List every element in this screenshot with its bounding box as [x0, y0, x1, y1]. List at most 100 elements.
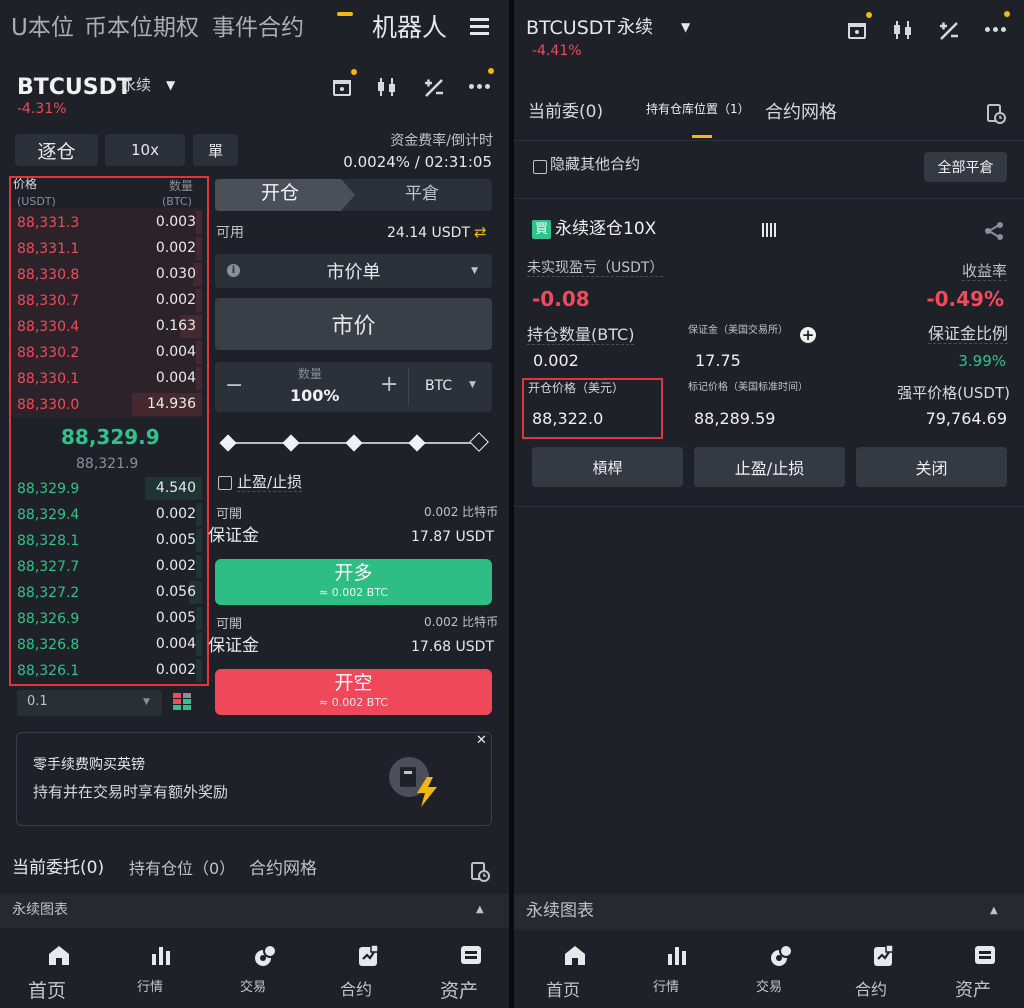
contract-type: 永续 — [121, 76, 152, 94]
history-icon[interactable] — [986, 104, 1006, 124]
nav-label: 资产 — [955, 980, 991, 1001]
leverage-button[interactable]: 槓桿 — [532, 447, 683, 487]
order-type-select[interactable]: i 市价单 ▼ — [215, 254, 492, 288]
tab-current-orders[interactable]: 当前委(0) — [528, 102, 603, 123]
depth-step-select[interactable]: 0.1 ▼ — [17, 690, 162, 716]
price-field-value: 市价 — [331, 314, 376, 339]
minus-icon[interactable]: − — [225, 373, 243, 398]
candlestick-icon[interactable] — [892, 19, 914, 41]
available-label: 可用 — [216, 225, 244, 241]
nav-label: 资产 — [439, 980, 478, 1002]
divider — [514, 140, 1024, 141]
tab-coin-options[interactable]: 币本位期权 — [84, 15, 199, 41]
tab-positions[interactable]: 持有仓位（0） — [129, 859, 235, 878]
slider-stop[interactable] — [345, 434, 363, 452]
quantity-stepper[interactable]: − 数量 100% + BTC ▼ — [215, 362, 492, 412]
percent-icon[interactable] — [938, 20, 960, 42]
info-icon[interactable]: i — [227, 264, 240, 277]
open-short-button[interactable]: 开空 ≈ 0.002 BTC — [215, 669, 492, 715]
chevron-up-icon[interactable]: ▲ — [990, 905, 998, 917]
nav-label: 行情 — [136, 980, 163, 995]
short-can-open-label: 可開 — [216, 617, 243, 632]
chevron-up-icon[interactable]: ▲ — [476, 904, 484, 916]
close-all-button[interactable]: 全部平倉 — [924, 152, 1007, 182]
hide-others-checkbox[interactable] — [533, 160, 547, 174]
price-field[interactable]: 市价 — [215, 298, 492, 350]
chart-bar-label: 永续图表 — [12, 902, 68, 918]
promo-title: 零手续费购买英镑 — [33, 757, 145, 773]
open-long-button[interactable]: 开多 ≈ 0.002 BTC — [215, 559, 492, 605]
close-position-button[interactable]: 关闭 — [856, 447, 1007, 487]
nav-label: 行情 — [652, 980, 679, 995]
margin-mode-button[interactable]: 逐仓 — [15, 134, 98, 166]
nav-label: 交易 — [239, 980, 266, 995]
quantity-label: 数量 — [298, 367, 323, 381]
margin-ratio-value: 3.99% — [958, 352, 1006, 370]
mark-price-value: 88,289.59 — [694, 409, 776, 428]
futures-icon — [344, 944, 379, 968]
available-value: 24.14 USDT — [387, 225, 470, 241]
chart-bar[interactable]: 永续图表 ▲ — [0, 894, 509, 928]
add-margin-icon[interactable]: + — [800, 327, 816, 343]
promo-banner[interactable]: 零手续费购买英镑 持有并在交易时享有额外奖励 ✕ — [16, 732, 492, 826]
plus-icon[interactable]: + — [380, 372, 398, 397]
chevron-down-icon[interactable]: ▼ — [166, 78, 175, 93]
history-icon[interactable] — [470, 862, 490, 882]
liquidation-price-value: 79,764.69 — [925, 409, 1007, 428]
tab-open[interactable]: 开仓 — [261, 182, 299, 205]
market-icon — [654, 944, 686, 968]
chevron-down-icon[interactable]: ▼ — [681, 20, 690, 35]
tab-close[interactable]: 平倉 — [405, 184, 439, 205]
margin-ratio-label: 保证金比例 — [927, 324, 1008, 345]
orderbook-layout-icon[interactable] — [173, 693, 191, 711]
tpsl-label: 止盈/止损 — [237, 473, 303, 493]
chevron-down-icon: ▼ — [471, 266, 478, 276]
futures-icon — [859, 944, 894, 968]
tpsl-button[interactable]: 止盈/止损 — [694, 447, 845, 487]
tab-contract-grid[interactable]: 合约网格 — [765, 102, 837, 124]
more-icon[interactable] — [469, 68, 494, 90]
divider — [514, 506, 1024, 507]
home-icon — [35, 944, 69, 968]
slider-stop[interactable] — [408, 434, 426, 452]
slider-thumb[interactable] — [469, 432, 489, 452]
mark-price-label: 标记价格（美国标准时间） — [688, 382, 808, 393]
position-mode-button[interactable]: 單 — [193, 134, 238, 166]
quantity-unit-select[interactable]: BTC — [425, 378, 452, 394]
tab-current-orders[interactable]: 当前委托(0) — [12, 858, 104, 879]
tab-u-margined[interactable]: U本位 — [11, 15, 74, 41]
highlight-box — [9, 176, 209, 686]
candlestick-icon[interactable] — [376, 76, 398, 98]
chevron-down-icon: ▼ — [469, 380, 476, 390]
nav-label: 合约 — [339, 980, 372, 999]
more-icon[interactable] — [985, 11, 1010, 33]
gift-icon[interactable] — [846, 12, 872, 40]
long-margin-label: 保证金 — [208, 526, 259, 546]
tab-event-contract[interactable]: 事件合约 — [212, 15, 304, 41]
open-long-label: 开多 — [334, 562, 373, 584]
leverage-button[interactable]: 10x — [105, 134, 185, 166]
close-icon[interactable]: ✕ — [476, 733, 487, 749]
tab-contract-grid[interactable]: 合约网格 — [249, 859, 317, 880]
quantity-value: 100% — [290, 386, 340, 405]
slider-stop[interactable] — [219, 434, 237, 452]
chart-bar[interactable]: 永续图表 ▲ — [514, 894, 1024, 930]
long-can-open-value: 0.002 比特币 — [424, 505, 499, 519]
fee-promo-icon — [387, 755, 443, 807]
gift-icon[interactable] — [331, 69, 357, 97]
share-icon[interactable] — [984, 221, 1004, 241]
tab-positions[interactable]: 持有仓库位置（1） — [646, 102, 750, 117]
symbol-name[interactable]: BTCUSDT — [17, 75, 132, 100]
slider-stop[interactable] — [282, 434, 300, 452]
tab-robot[interactable]: 机器人 — [372, 13, 447, 43]
percent-icon[interactable] — [423, 77, 445, 99]
promo-text: 持有并在交易时享有额外奖励 — [33, 783, 229, 801]
transfer-icon[interactable]: ⇄ — [474, 223, 487, 241]
tpsl-checkbox[interactable] — [218, 476, 232, 490]
long-can-open-label: 可開 — [216, 507, 243, 522]
funding-rate-value: 0.0024% / 02:31:05 — [343, 153, 492, 171]
right-screen: BTCUSDT 永续 ▼ -4.41% 当前委(0) 持有仓库位置（1） 合约网… — [514, 0, 1024, 1008]
menu-icon[interactable] — [470, 18, 489, 35]
symbol-name[interactable]: BTCUSDT — [526, 17, 615, 40]
depth-step-value: 0.1 — [27, 694, 48, 709]
